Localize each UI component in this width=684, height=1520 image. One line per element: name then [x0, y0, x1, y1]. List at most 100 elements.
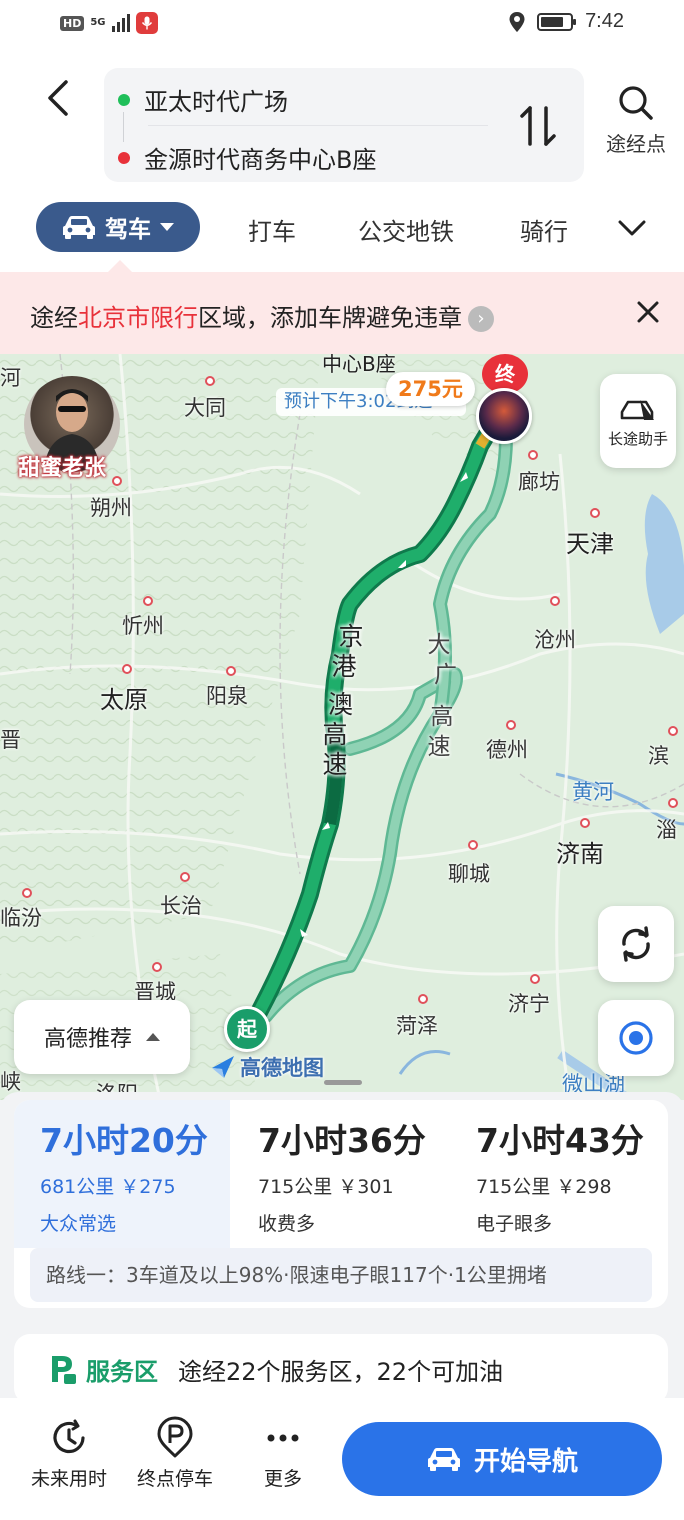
- road-label-main-2: 澳 高 速: [320, 690, 354, 780]
- route-preference-button[interactable]: 高德推荐: [14, 1000, 190, 1074]
- parking-pin-icon: [157, 1416, 193, 1458]
- tab-bike[interactable]: 骑行: [520, 212, 568, 247]
- city-dot: [122, 664, 132, 674]
- status-left: HD 5G: [60, 12, 158, 34]
- refresh-icon: [622, 926, 650, 962]
- origin-field[interactable]: 亚太时代广场: [118, 82, 288, 117]
- city-dot: [506, 720, 516, 730]
- refresh-route-button[interactable]: [598, 906, 674, 982]
- bottom-action-bar: 未来用时 终点停车 更多 开始导航: [0, 1398, 684, 1520]
- long-trip-icon: [620, 399, 654, 420]
- road-char: 速: [427, 734, 451, 760]
- origin-text: 亚太时代广场: [144, 88, 288, 116]
- route-distance-cost: 715公里 ￥298: [476, 1176, 612, 1198]
- more-modes-chevron-icon[interactable]: [616, 216, 648, 240]
- banner-prefix: 途经: [30, 304, 78, 332]
- road-char: 港: [331, 652, 357, 681]
- road-char: 高: [430, 704, 454, 730]
- city-label-liaocheng: 聊城: [448, 862, 490, 886]
- route-option-2[interactable]: 7小时36分 715公里 ￥301 收费多: [232, 1100, 448, 1248]
- tab-drive[interactable]: 驾车: [36, 202, 200, 252]
- destination-dot-icon: [118, 151, 130, 164]
- destination-parking-button[interactable]: 终点停车: [120, 1416, 230, 1491]
- sheet-handle[interactable]: [324, 1080, 362, 1085]
- long-trip-label: 长途助手: [607, 429, 668, 448]
- waypoint-label: 途经点: [606, 132, 666, 156]
- city-label-datong: 大同: [184, 396, 226, 420]
- city-dot: [580, 818, 590, 828]
- future-time-button[interactable]: 未来用时: [14, 1416, 124, 1491]
- tab-taxi[interactable]: 打车: [248, 212, 296, 247]
- car-icon: [63, 216, 95, 239]
- city-dot: [418, 994, 428, 1004]
- map-view[interactable]: 河 大同 朔州 忻州 太原 阳泉 晋 临汾 长治 晋城 峡 洛阳 廊坊 天津 沧…: [0, 354, 684, 1100]
- hd-indicator: HD: [60, 15, 85, 31]
- destination-photo[interactable]: [476, 388, 532, 444]
- close-icon[interactable]: [632, 296, 664, 328]
- road-char: 京: [338, 622, 364, 651]
- city-dot: [468, 840, 478, 850]
- city-label-tianjin: 天津: [566, 530, 614, 558]
- arrow-right-icon: ›: [468, 306, 494, 332]
- city-label-he: 河: [0, 366, 21, 390]
- status-right: 7:42: [509, 10, 624, 33]
- search-icon: [619, 86, 653, 120]
- signal-icon: [111, 14, 130, 32]
- service-area-card[interactable]: 服务区 途经22个服务区，22个可加油: [14, 1334, 668, 1404]
- route-option-1[interactable]: 7小时20分 681公里 ￥275 大众常选: [14, 1100, 230, 1248]
- network-type: 5G: [90, 17, 106, 28]
- route-tag: 电子眼多: [476, 1213, 553, 1235]
- route-header: 亚太时代广场 金源时代商务中心B座 途经点 驾车 打车 公交地铁 骑行: [0, 48, 684, 276]
- future-time-label: 未来用时: [30, 1468, 107, 1490]
- waypoint-button[interactable]: 途经点: [596, 84, 676, 157]
- map-destination-label: 中心B座: [322, 354, 396, 376]
- road-label-alt: 大 广 高 速: [424, 630, 458, 762]
- clock-icon: [53, 1419, 85, 1454]
- location-icon: [509, 11, 525, 32]
- banner-highlight: 北京市限行: [78, 304, 198, 332]
- destination-field[interactable]: 金源时代商务中心B座: [118, 140, 376, 175]
- route-detail[interactable]: 路线一：3车道及以上98%·限速电子眼117个·1公里拥堵: [30, 1248, 652, 1302]
- long-trip-assistant-button[interactable]: 长途助手: [600, 374, 676, 468]
- price-tag: 275元: [386, 372, 475, 406]
- start-pin[interactable]: 起: [224, 1006, 270, 1052]
- car-icon: [427, 1448, 460, 1471]
- city-label-yangquan: 阳泉: [206, 684, 248, 708]
- route-time: 7小时43分: [476, 1121, 644, 1160]
- swap-icon[interactable]: [516, 102, 560, 150]
- road-char: 澳: [328, 690, 354, 719]
- route-option-3[interactable]: 7小时43分 715公里 ￥298 电子眼多: [450, 1100, 666, 1248]
- route-tag: 收费多: [258, 1213, 316, 1235]
- city-dot: [22, 888, 32, 898]
- route-tag: 大众常选: [40, 1213, 117, 1235]
- more-dots-icon: [267, 1434, 299, 1442]
- route-distance-cost: 681公里 ￥275: [40, 1176, 176, 1198]
- more-button[interactable]: 更多: [228, 1416, 338, 1491]
- locate-me-button[interactable]: [598, 1000, 674, 1076]
- city-dot: [205, 376, 215, 386]
- city-label-jinan: 济南: [556, 840, 604, 868]
- field-divider: [148, 125, 488, 126]
- service-area-title: 服务区: [86, 1357, 158, 1386]
- destination-text: 金源时代商务中心B座: [144, 146, 377, 174]
- route-connector: [123, 112, 124, 142]
- city-dot: [550, 596, 560, 606]
- city-dot: [668, 726, 678, 736]
- city-label-shuozhou: 朔州: [90, 496, 132, 520]
- city-dot: [180, 872, 190, 882]
- route-options-card: 7小时20分 681公里 ￥275 大众常选 7小时36分 715公里 ￥301…: [14, 1100, 668, 1308]
- city-label-taiyuan: 太原: [100, 686, 148, 714]
- route-time: 7小时36分: [258, 1121, 426, 1160]
- city-dot: [112, 476, 122, 486]
- map-logo: 高德地图: [210, 1052, 324, 1082]
- city-label-bin: 滨: [648, 744, 669, 768]
- route-input-box: 亚太时代广场 金源时代商务中心B座: [104, 68, 584, 182]
- restriction-banner[interactable]: 途经北京市限行区域，添加车牌避免违章 ›: [0, 272, 684, 354]
- city-dot: [226, 666, 236, 676]
- city-dot: [668, 798, 678, 808]
- city-dot: [590, 508, 600, 518]
- start-navigation-button[interactable]: 开始导航: [342, 1422, 662, 1496]
- back-icon[interactable]: [36, 76, 80, 120]
- tab-transit[interactable]: 公交地铁: [358, 212, 454, 247]
- status-time: 7:42: [585, 10, 624, 32]
